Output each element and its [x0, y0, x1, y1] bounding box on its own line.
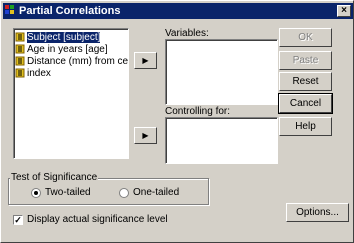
- scale-variable-icon: [15, 68, 25, 78]
- checkmark-icon: ✓: [13, 214, 23, 225]
- variable-label: index: [27, 67, 51, 79]
- move-to-variables-button[interactable]: ▶: [134, 52, 157, 69]
- controlling-for-label: Controlling for:: [165, 106, 231, 117]
- radio-unselected-icon: [119, 187, 129, 198]
- one-tailed-label: One-tailed: [133, 187, 180, 198]
- display-significance-checkbox[interactable]: ✓ Display actual significance level: [13, 214, 168, 225]
- close-icon: ×: [341, 5, 347, 16]
- cancel-button[interactable]: Cancel: [278, 93, 333, 114]
- one-tailed-radio[interactable]: One-tailed: [119, 187, 179, 198]
- two-tailed-radio[interactable]: Two-tailed: [31, 187, 91, 198]
- two-tailed-label: Two-tailed: [45, 187, 91, 198]
- scale-variable-icon: [15, 32, 25, 42]
- right-arrow-icon: ▶: [142, 56, 149, 65]
- variables-label: Variables:: [165, 28, 209, 39]
- list-item[interactable]: Distance (mm) from cer: [15, 55, 129, 67]
- variable-label: Distance (mm) from cer: [27, 55, 129, 67]
- list-item[interactable]: Age in years [age]: [15, 43, 127, 55]
- significance-group-title: Test of Significance: [10, 172, 99, 183]
- help-button[interactable]: Help: [279, 117, 332, 136]
- scale-variable-icon: [15, 56, 25, 66]
- partial-correlations-dialog: Partial Correlations × Subject [subject]…: [0, 0, 354, 243]
- close-button[interactable]: ×: [337, 5, 351, 17]
- radio-selected-icon: [31, 187, 41, 198]
- title-bar: Partial Correlations ×: [3, 3, 353, 19]
- list-item[interactable]: Subject [subject]: [15, 31, 127, 43]
- list-item[interactable]: index: [15, 67, 127, 79]
- display-significance-label: Display actual significance level: [27, 214, 168, 225]
- paste-button[interactable]: Paste: [279, 51, 332, 70]
- window-title: Partial Correlations: [19, 5, 121, 17]
- source-variable-list[interactable]: Subject [subject] Age in years [age] Dis…: [13, 28, 129, 159]
- variable-label: Age in years [age]: [27, 43, 108, 55]
- variable-label: Subject [subject]: [27, 31, 101, 43]
- scale-variable-icon: [15, 44, 25, 54]
- options-button[interactable]: Options...: [286, 203, 349, 222]
- move-to-controlling-button[interactable]: ▶: [134, 127, 157, 144]
- right-arrow-icon: ▶: [142, 131, 149, 140]
- ok-button[interactable]: OK: [279, 28, 332, 47]
- variables-target-list[interactable]: [165, 39, 278, 105]
- controlling-target-list[interactable]: [165, 117, 278, 164]
- reset-button[interactable]: Reset: [279, 72, 332, 91]
- app-icon: [5, 5, 17, 17]
